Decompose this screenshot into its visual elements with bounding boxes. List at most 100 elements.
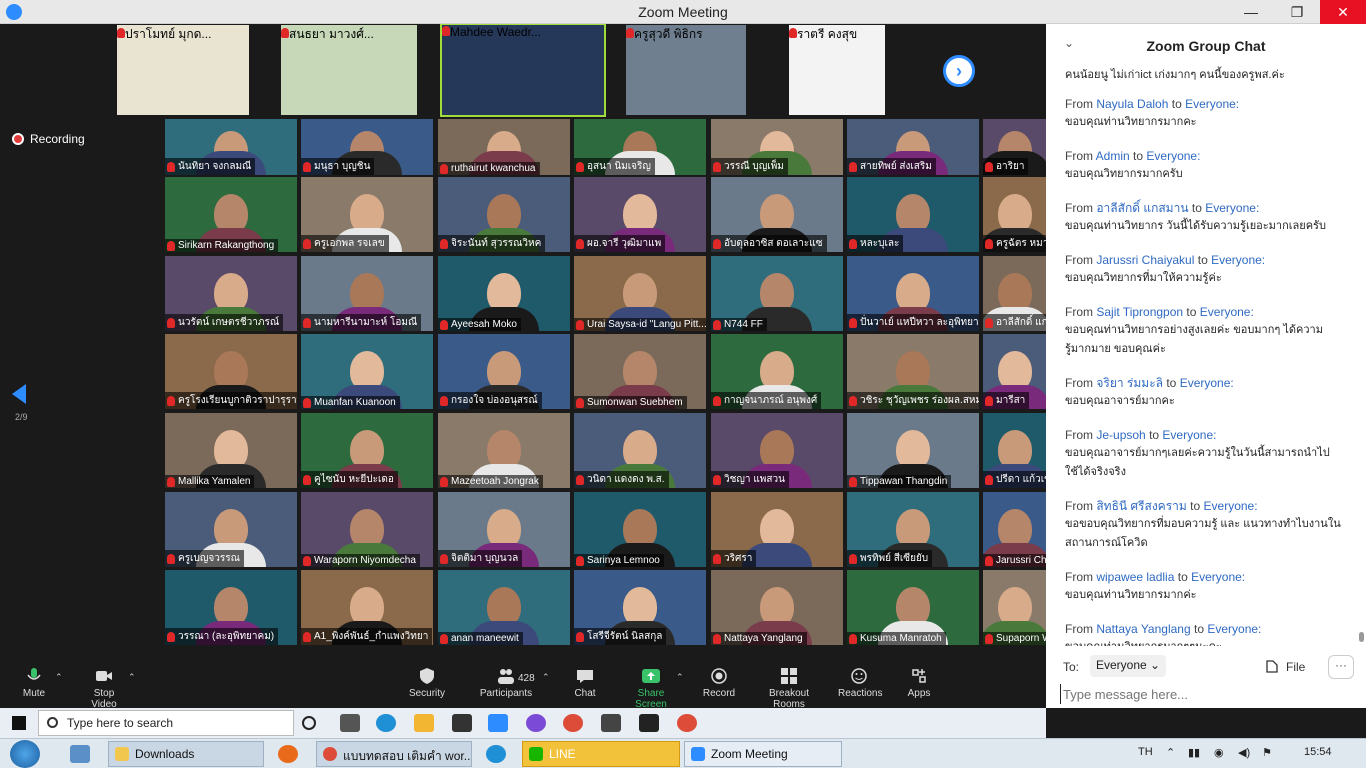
participant-video-tile[interactable]: กาญจนาภรณ์ อนุพงศ์	[711, 334, 843, 409]
chat-sender[interactable]: สิทธินี ศรีสงคราม	[1096, 499, 1186, 513]
chat-recipient[interactable]: Everyone:	[1162, 428, 1216, 442]
participant-video-tile[interactable]: Sumonwan Suebhem	[574, 334, 706, 409]
language-indicator[interactable]: TH	[1138, 746, 1153, 758]
participant-video-tile[interactable]: Kusuma Manratoh	[847, 570, 979, 645]
participant-video-tile[interactable]: ปรีดา แก้วเข้	[983, 413, 1046, 488]
chat-sender[interactable]: Jarussri Chaiyakul	[1096, 253, 1194, 267]
chat-recipient[interactable]: Everyone:	[1191, 570, 1245, 584]
participant-video-tile[interactable]: Sarinya Lemnoo	[574, 492, 706, 567]
chat-recipient[interactable]: Everyone:	[1207, 622, 1261, 636]
chat-sender[interactable]: Nattaya Yanglang	[1096, 622, 1190, 636]
cortana-icon[interactable]	[302, 716, 316, 730]
flag-icon[interactable]: ⚑	[1262, 746, 1272, 759]
firefox-icon[interactable]	[278, 745, 298, 763]
participant-video-tile[interactable]: มารีสา	[983, 334, 1046, 409]
chat-scrollbar[interactable]	[1359, 632, 1364, 642]
more-options-button[interactable]: ···	[1328, 655, 1354, 679]
task-line[interactable]: LINE	[522, 741, 680, 767]
participant-video-tile[interactable]: พรทิพย์ สีเซียยับ	[847, 492, 979, 567]
participant-video-tile[interactable]: ครูเอกพล รจเลข	[301, 177, 433, 252]
participant-video-tile[interactable]: จิระนันท์ สุวรรณวิหค	[438, 177, 570, 252]
participant-video-tile[interactable]: ราตรี คงสุข	[789, 25, 885, 115]
mail-icon[interactable]	[452, 714, 472, 732]
participant-video-tile[interactable]: อาลีสักดิ์ แก	[983, 256, 1046, 331]
participant-video-tile[interactable]: Sirikarn Rakangthong	[165, 177, 297, 252]
participant-video-tile[interactable]: Mallika Yamalen	[165, 413, 297, 488]
previous-page-button[interactable]	[12, 384, 26, 404]
chat-sender[interactable]: Nayula Daloh	[1096, 97, 1168, 111]
zoom-taskbar-icon[interactable]	[488, 714, 508, 732]
chat-recipient[interactable]: Everyone:	[1204, 499, 1258, 513]
edge-browser-icon[interactable]	[376, 714, 396, 732]
participant-video-tile[interactable]: ครูเบญจวรรณ	[165, 492, 297, 567]
participant-video-tile[interactable]: anan maneewit	[438, 570, 570, 645]
participant-video-tile[interactable]: จิตติมา บุญนวล	[438, 492, 570, 567]
participant-video-tile[interactable]: วริศรา	[711, 492, 843, 567]
chat-recipient[interactable]: Everyone:	[1211, 253, 1265, 267]
tray-overflow-icon[interactable]: ⌃	[1166, 746, 1175, 759]
participant-video-tile[interactable]: วรรณา (ละอุพิทยาคม)	[165, 570, 297, 645]
chat-sender[interactable]: จริยา ร่มมะลิ	[1096, 376, 1163, 390]
participant-video-tile[interactable]: มนุธา บุญชิน	[301, 119, 433, 175]
mute-button[interactable]: Mute	[18, 668, 50, 699]
participant-video-tile[interactable]: นวรัตน์ เกษตรชีวาภรณ์	[165, 256, 297, 331]
audio-options-caret[interactable]: ⌃	[55, 672, 63, 683]
chat-sender[interactable]: Admin	[1096, 149, 1130, 163]
participant-video-tile[interactable]: Supaporn W	[983, 570, 1046, 645]
task-zoom-meeting[interactable]: Zoom Meeting	[684, 741, 842, 767]
participant-video-tile[interactable]: อาริยา	[983, 119, 1046, 175]
task-chrome-document[interactable]: แบบทดสอบ เติมคำ wor...	[316, 741, 472, 767]
participant-video-tile[interactable]: Ayeesah Moko	[438, 256, 570, 331]
participant-video-tile[interactable]: อุสนา นิมเจริญ	[574, 119, 706, 175]
task-downloads[interactable]: Downloads	[108, 741, 264, 767]
reactions-button[interactable]: Reactions	[838, 668, 882, 699]
breakout-rooms-button[interactable]: Breakout Rooms	[754, 668, 824, 710]
participant-video-tile[interactable]: N744 FF	[711, 256, 843, 331]
start-button[interactable]	[10, 740, 40, 768]
restore-button[interactable]: ❐	[1274, 0, 1320, 24]
participant-video-tile[interactable]: กรองใจ บ่องอนุสรณ์	[438, 334, 570, 409]
participant-video-tile[interactable]: ครูฉัตร หมาด	[983, 177, 1046, 252]
chat-recipient[interactable]: Everyone:	[1146, 149, 1200, 163]
participant-video-tile[interactable]: อับดุลอาซิส ดอเลาะแซ	[711, 177, 843, 252]
stop-video-button[interactable]: Stop Video	[80, 668, 128, 710]
participant-video-tile[interactable]: Waraporn Niyomdecha	[301, 492, 433, 567]
participant-video-tile[interactable]: ครูสุวดี พิธิกร	[626, 25, 746, 115]
participant-video-tile[interactable]: หละบุเละ	[847, 177, 979, 252]
participant-video-tile[interactable]: ครูโรงเรียนบูกาติวราปารุราษฎร์...	[165, 334, 297, 409]
chat-recipient[interactable]: Everyone:	[1185, 97, 1239, 111]
participant-video-tile[interactable]: วชิระ ชุวัญเพชร ร่องผล.สหมง...	[847, 334, 979, 409]
chrome-profile-icon[interactable]	[677, 714, 697, 732]
volume-icon[interactable]: ◀)	[1238, 746, 1250, 759]
close-button[interactable]: ✕	[1320, 0, 1366, 24]
media-app-icon[interactable]	[601, 714, 621, 732]
participant-video-tile[interactable]: สายทิพย์ ส่งเสริม	[847, 119, 979, 175]
chat-message-input[interactable]	[1060, 684, 1350, 704]
chat-sender[interactable]: Sajit Tiprongpon	[1096, 305, 1183, 319]
chat-sender[interactable]: wipawee ladlia	[1096, 570, 1174, 584]
participant-video-tile[interactable]: Urai Saysa-id "Langu Pitt...	[574, 256, 706, 331]
chat-recipient[interactable]: Everyone:	[1180, 376, 1234, 390]
participant-video-tile[interactable]: Muanfan Kuanoon	[301, 334, 433, 409]
taskbar-search-box[interactable]: Type here to search	[38, 710, 294, 736]
participant-video-tile[interactable]: โสรีจีรัตน์ นิลสกุล	[574, 570, 706, 645]
chat-sender[interactable]: อาลีสักดิ์ แกสมาน	[1096, 201, 1188, 215]
participant-video-tile[interactable]: นันทิยา จงกลมณี	[165, 119, 297, 175]
security-button[interactable]: Security	[406, 668, 448, 699]
network-icon[interactable]: ▮▮	[1188, 746, 1200, 759]
record-button[interactable]: Record	[702, 668, 736, 699]
video-options-caret[interactable]: ⌃	[128, 672, 136, 683]
file-explorer-icon[interactable]	[414, 714, 434, 732]
camera-app-icon[interactable]	[639, 714, 659, 732]
participant-video-tile[interactable]: วิชญา แพสวน	[711, 413, 843, 488]
minimize-button[interactable]: —	[1228, 0, 1274, 24]
file-button[interactable]: File	[1266, 660, 1305, 674]
edge-icon[interactable]	[486, 745, 506, 763]
desktop-app-icon[interactable]	[70, 745, 90, 763]
participant-video-tile[interactable]: Jarussri Ch	[983, 492, 1046, 567]
participant-video-tile[interactable]: Tippawan Thangdin	[847, 413, 979, 488]
participant-video-tile[interactable]: คูไซนับ หะยีปะเดอ	[301, 413, 433, 488]
share-options-caret[interactable]: ⌃	[676, 672, 684, 683]
tray-app-icon[interactable]: ◉	[1214, 746, 1224, 759]
task-view-icon[interactable]	[340, 714, 360, 732]
